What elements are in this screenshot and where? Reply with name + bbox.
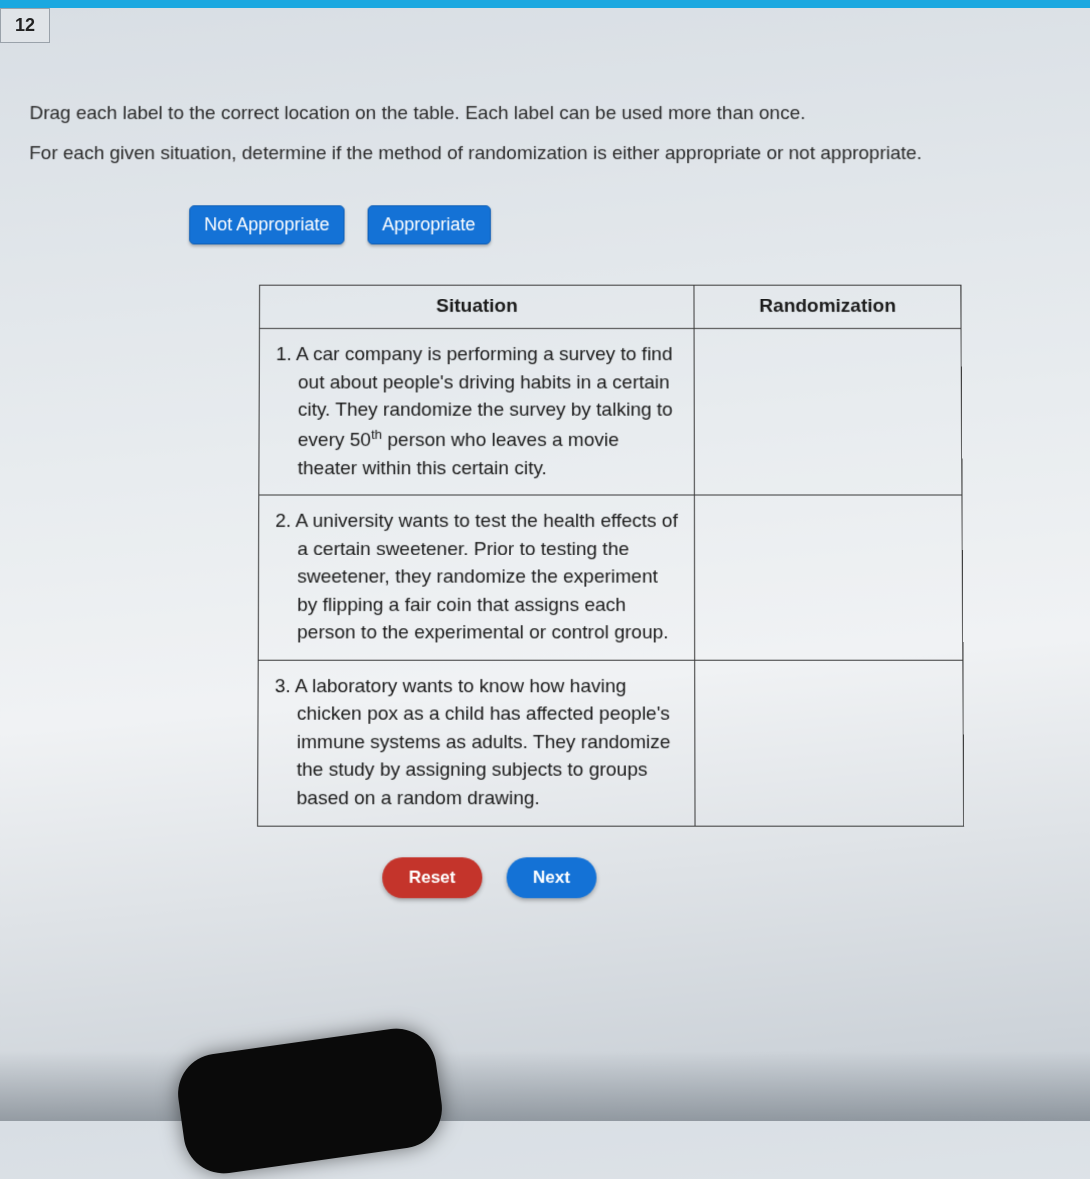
- drop-zone-2[interactable]: [695, 495, 963, 660]
- table-row: 1. A car company is performing a survey …: [259, 328, 962, 495]
- instruction-determine: For each given situation, determine if t…: [29, 143, 1061, 165]
- situations-table-wrap: Situation Randomization 1. A car company…: [257, 285, 964, 827]
- instruction-drag: Drag each label to the correct location …: [29, 103, 1060, 125]
- foreground-object: [173, 1023, 447, 1178]
- situation-cell-3: 3. A laboratory wants to know how having…: [258, 660, 696, 826]
- situation-cell-1: 1. A car company is performing a survey …: [259, 328, 695, 495]
- draggable-labels-row: Not Appropriate Appropriate: [189, 205, 1061, 244]
- situations-table: Situation Randomization 1. A car company…: [257, 285, 964, 827]
- header-randomization: Randomization: [694, 285, 961, 328]
- label-not-appropriate[interactable]: Not Appropriate: [189, 205, 345, 244]
- item-text: A laboratory wants to know how having ch…: [295, 676, 670, 810]
- item-text: A university wants to test the health ef…: [296, 511, 678, 644]
- bottom-vignette: [0, 1051, 1090, 1121]
- item-sup: th: [371, 426, 382, 441]
- top-accent-bar: [0, 0, 1090, 8]
- drop-zone-3[interactable]: [695, 660, 964, 826]
- question-number-badge: 12: [0, 8, 50, 43]
- next-button[interactable]: Next: [507, 857, 597, 898]
- table-row: 3. A laboratory wants to know how having…: [258, 660, 964, 826]
- item-number: 2.: [275, 511, 291, 532]
- table-row: 2. A university wants to test the health…: [258, 495, 963, 660]
- item-number: 3.: [275, 676, 291, 697]
- reset-button[interactable]: Reset: [382, 857, 481, 898]
- item-number: 1.: [276, 344, 292, 365]
- label-appropriate[interactable]: Appropriate: [367, 205, 490, 244]
- action-buttons-row: Reset Next: [257, 857, 722, 898]
- item-text: A car company is performing a survey to …: [296, 344, 673, 479]
- drop-zone-1[interactable]: [694, 328, 962, 495]
- question-content: Drag each label to the correct location …: [0, 43, 1090, 898]
- header-situation: Situation: [259, 285, 694, 328]
- situation-cell-2: 2. A university wants to test the health…: [258, 495, 695, 660]
